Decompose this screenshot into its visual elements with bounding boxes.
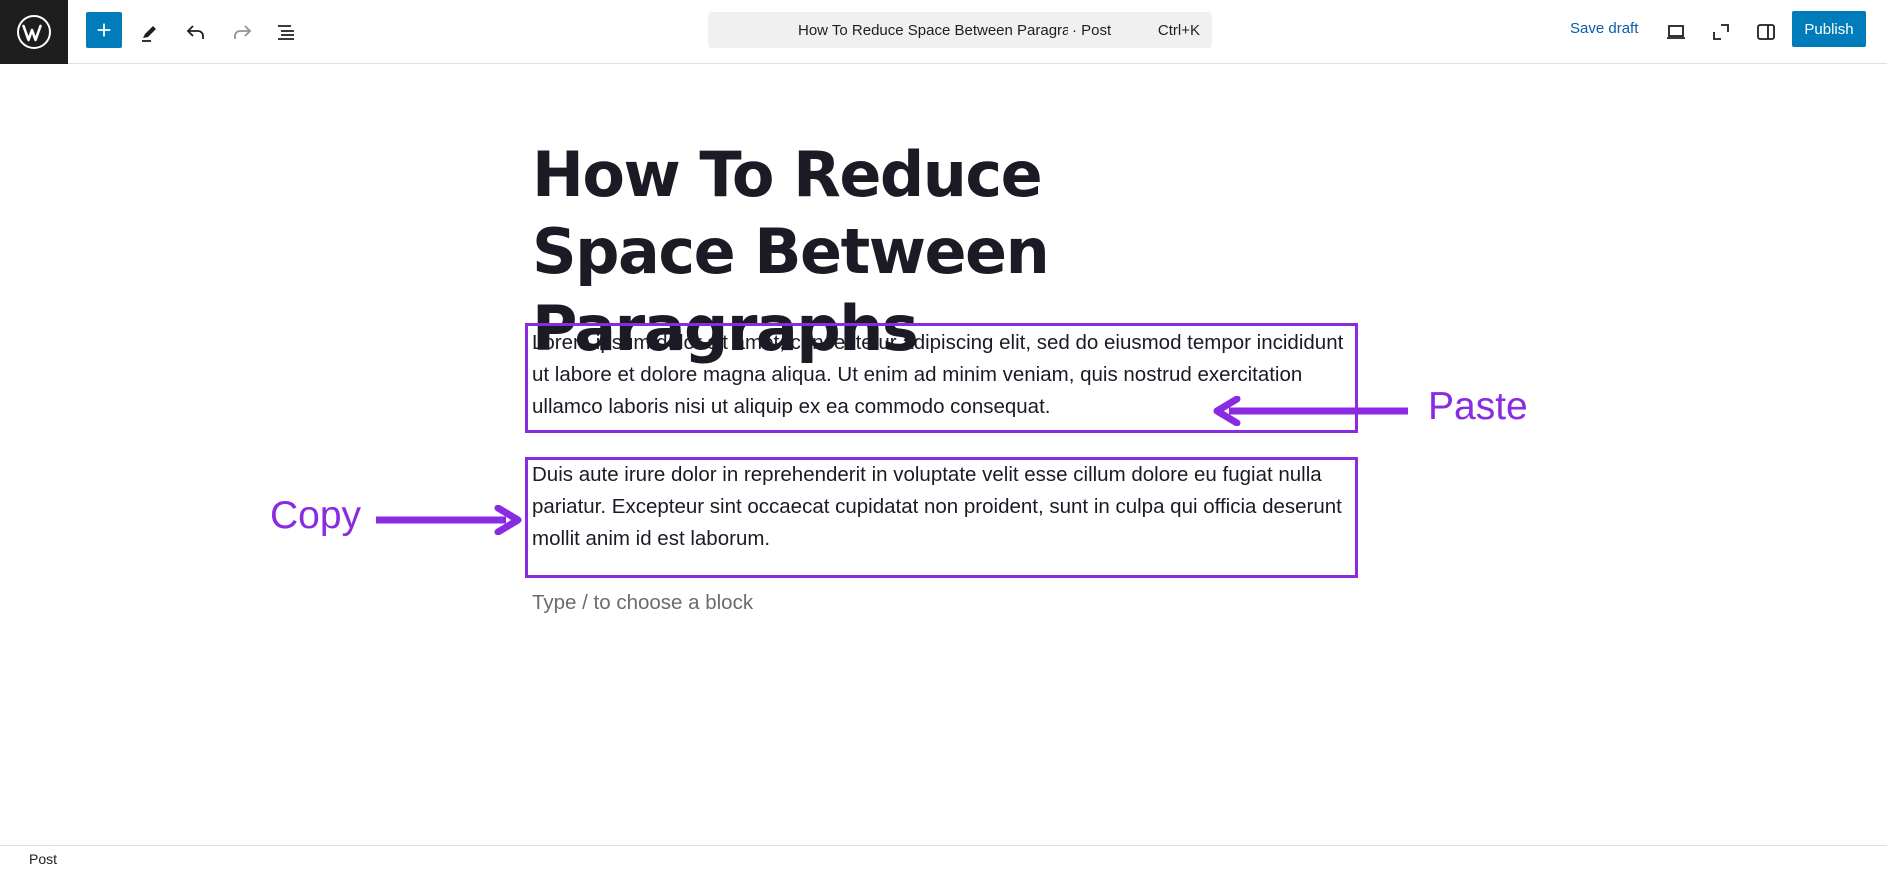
wordpress-logo-icon[interactable] [0,0,68,64]
publish-button[interactable]: Publish [1792,11,1866,47]
settings-button[interactable] [1746,12,1786,52]
paste-annotation: Paste [1428,385,1528,428]
undo-icon [186,25,204,39]
redo-icon [234,25,252,39]
view-post-button[interactable] [1701,12,1741,52]
tools-button[interactable] [130,12,170,52]
preview-button[interactable] [1656,12,1696,52]
document-title: How To Reduce Space Between Paragra... [798,21,1068,39]
save-draft-button[interactable]: Save draft [1570,20,1638,37]
desktop-preview-icon [1667,25,1685,39]
editor-header: How To Reduce Space Between Paragra... ·… [0,0,1887,64]
redo-button[interactable] [222,12,262,52]
copy-highlight-box [525,457,1358,578]
pencil-icon [142,26,156,42]
editor-footer: Post [0,845,1887,869]
plus-icon [97,23,111,37]
wordpress-logo-svg [17,15,51,49]
sidebar-settings-icon [1757,24,1775,40]
add-block-button[interactable] [86,12,122,48]
document-overview-button[interactable] [266,12,306,52]
copy-arrow-icon [376,505,522,535]
command-shortcut: Ctrl+K [1157,21,1200,39]
command-palette-bar[interactable]: How To Reduce Space Between Paragra... ·… [708,12,1212,48]
copy-annotation: Copy [270,494,362,537]
external-view-icon [1713,24,1729,40]
undo-button[interactable] [176,12,216,52]
document-type: · Post [1072,21,1112,39]
breadcrumb[interactable]: Post [29,851,57,867]
list-view-icon [278,25,294,40]
block-placeholder[interactable]: Type / to choose a block [532,591,753,615]
paste-arrow-icon [1213,396,1408,426]
